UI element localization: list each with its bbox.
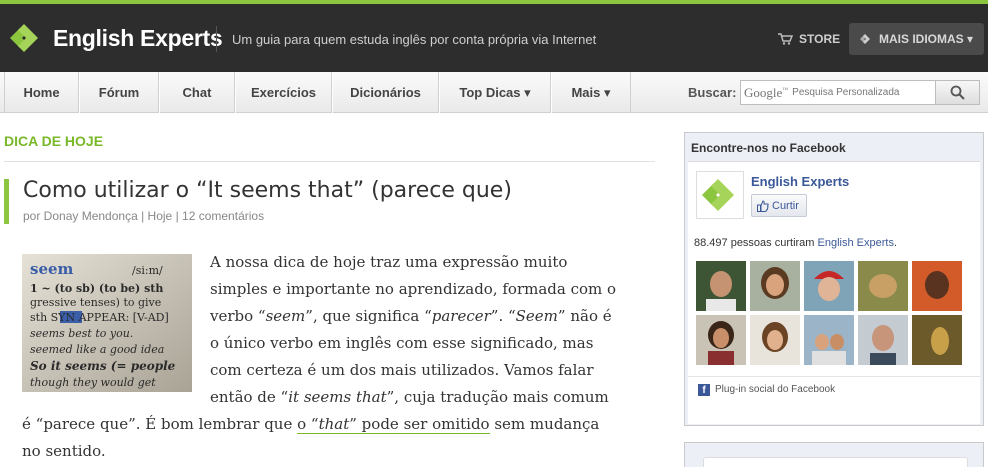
facebook-icon: f <box>698 383 710 396</box>
post-author[interactable]: por Donay Mendonça <box>23 209 138 223</box>
link-that: that <box>318 415 350 433</box>
nav-items: Home Fórum Chat Exercícios Dicionários T… <box>4 72 631 113</box>
avatar <box>912 261 962 311</box>
like-count-text: 88.497 pessoas curtiram <box>694 237 818 249</box>
facebook-widget: Encontre-nos no Facebook English Experts… <box>684 132 984 426</box>
nav-item-mais[interactable]: Mais ▾ <box>551 72 631 113</box>
store-label: STORE <box>799 32 841 46</box>
english-experts-avatar-icon <box>702 179 734 211</box>
excerpt-part-3: ”. “ <box>490 307 516 325</box>
site-tagline: Um guia para quem estuda inglês por cont… <box>232 32 597 47</box>
fan-avatar[interactable] <box>804 261 854 311</box>
search-button[interactable] <box>936 80 980 105</box>
facebook-widget-heading: Encontre-nos no Facebook <box>691 141 846 155</box>
fan-avatar[interactable] <box>858 315 908 365</box>
cart-icon <box>778 33 793 45</box>
thumbnail-spacer <box>22 249 210 399</box>
fan-avatar[interactable] <box>750 261 800 311</box>
page-avatar[interactable] <box>696 171 744 219</box>
avatar <box>696 315 746 365</box>
avatar <box>804 315 854 365</box>
arrow-logo-icon <box>860 34 870 44</box>
nav-item-exercicios[interactable]: Exercícios <box>235 72 332 113</box>
nav-item-chat[interactable]: Chat <box>159 72 235 113</box>
avatar <box>858 315 908 365</box>
section-divider <box>4 161 655 162</box>
facebook-like-box: English Experts Curtir 88.497 pessoas cu… <box>688 161 980 424</box>
like-label: Curtir <box>772 199 799 212</box>
site-header: English Experts Um guia para quem estuda… <box>0 4 988 72</box>
search-icon <box>950 85 965 100</box>
avatar <box>750 315 800 365</box>
nav-item-forum[interactable]: Fórum <box>79 72 159 113</box>
like-count-page-link[interactable]: English Experts <box>818 237 894 249</box>
nav-item-top-dicas[interactable]: Top Dicas ▾ <box>439 72 551 113</box>
facebook-plugin-label[interactable]: Plug-in social do Facebook <box>715 384 835 395</box>
link-post: ” pode ser omitido <box>349 415 490 433</box>
google-branding: Google™ <box>744 84 789 100</box>
search-label: Buscar: <box>688 85 737 100</box>
facebook-plugin-footer: f Plug-in social do Facebook <box>688 376 980 402</box>
like-button[interactable]: Curtir <box>751 194 807 217</box>
like-count-suffix: . <box>893 237 898 249</box>
excerpt-part-2: ”, que significa “ <box>305 307 432 325</box>
google-word: Google <box>744 84 783 100</box>
fan-avatar[interactable] <box>912 261 962 311</box>
post-date: Hoje <box>147 209 173 223</box>
site-brand[interactable]: English Experts <box>53 25 223 52</box>
word-seem-capital: Seem <box>515 307 558 325</box>
fan-avatar[interactable] <box>804 315 854 365</box>
fan-avatar[interactable] <box>696 261 746 311</box>
section-label: DICA DE HOJE <box>4 133 104 149</box>
word-seem: seem <box>265 307 306 325</box>
post-comments-link[interactable]: 12 comentários <box>182 209 264 223</box>
avatar <box>696 261 746 311</box>
facebook-like-count: 88.497 pessoas curtiram English Experts. <box>694 237 897 249</box>
avatar <box>804 261 854 311</box>
phrase-it-seems-that: it seems that <box>288 388 387 406</box>
that-omitted-link[interactable]: o “that” pode ser omitido <box>297 415 490 434</box>
store-link[interactable]: STORE <box>778 32 840 46</box>
facebook-page-name[interactable]: English Experts <box>751 174 849 189</box>
title-accent-bar <box>4 179 9 224</box>
avatar <box>912 315 962 365</box>
header-divider <box>216 26 217 52</box>
word-parecer: parecer <box>431 307 491 325</box>
mais-idiomas-label: MAIS IDIOMAS ▾ <box>879 32 974 46</box>
post-meta: por Donay Mendonça | Hoje | 12 comentári… <box>23 209 265 223</box>
fan-avatar[interactable] <box>858 261 908 311</box>
main-navigation: Home Fórum Chat Exercícios Dicionários T… <box>0 72 988 113</box>
fan-avatar[interactable] <box>912 315 962 365</box>
link-pre: o “ <box>297 415 319 433</box>
sidebar-widget <box>684 442 984 467</box>
english-experts-logo-icon[interactable] <box>6 18 46 58</box>
avatar <box>858 261 908 311</box>
search-input[interactable]: Google™ Pesquisa Personalizada <box>740 80 936 105</box>
nav-item-dicionarios[interactable]: Dicionários <box>332 72 439 113</box>
fan-faces-grid <box>696 261 964 365</box>
sidebar-widget-box <box>703 457 968 467</box>
nav-item-home[interactable]: Home <box>4 72 79 113</box>
thumbs-up-icon <box>757 199 769 212</box>
post-title[interactable]: Como utilizar o “It seems that” (parece … <box>23 178 512 203</box>
fan-avatar[interactable] <box>750 315 800 365</box>
post-excerpt: A nossa dica de hoje traz uma expressão … <box>22 249 622 465</box>
avatar <box>750 261 800 311</box>
fan-avatar[interactable] <box>696 315 746 365</box>
mais-idiomas-button[interactable]: MAIS IDIOMAS ▾ <box>849 23 984 55</box>
search-placeholder: Pesquisa Personalizada <box>792 87 900 98</box>
